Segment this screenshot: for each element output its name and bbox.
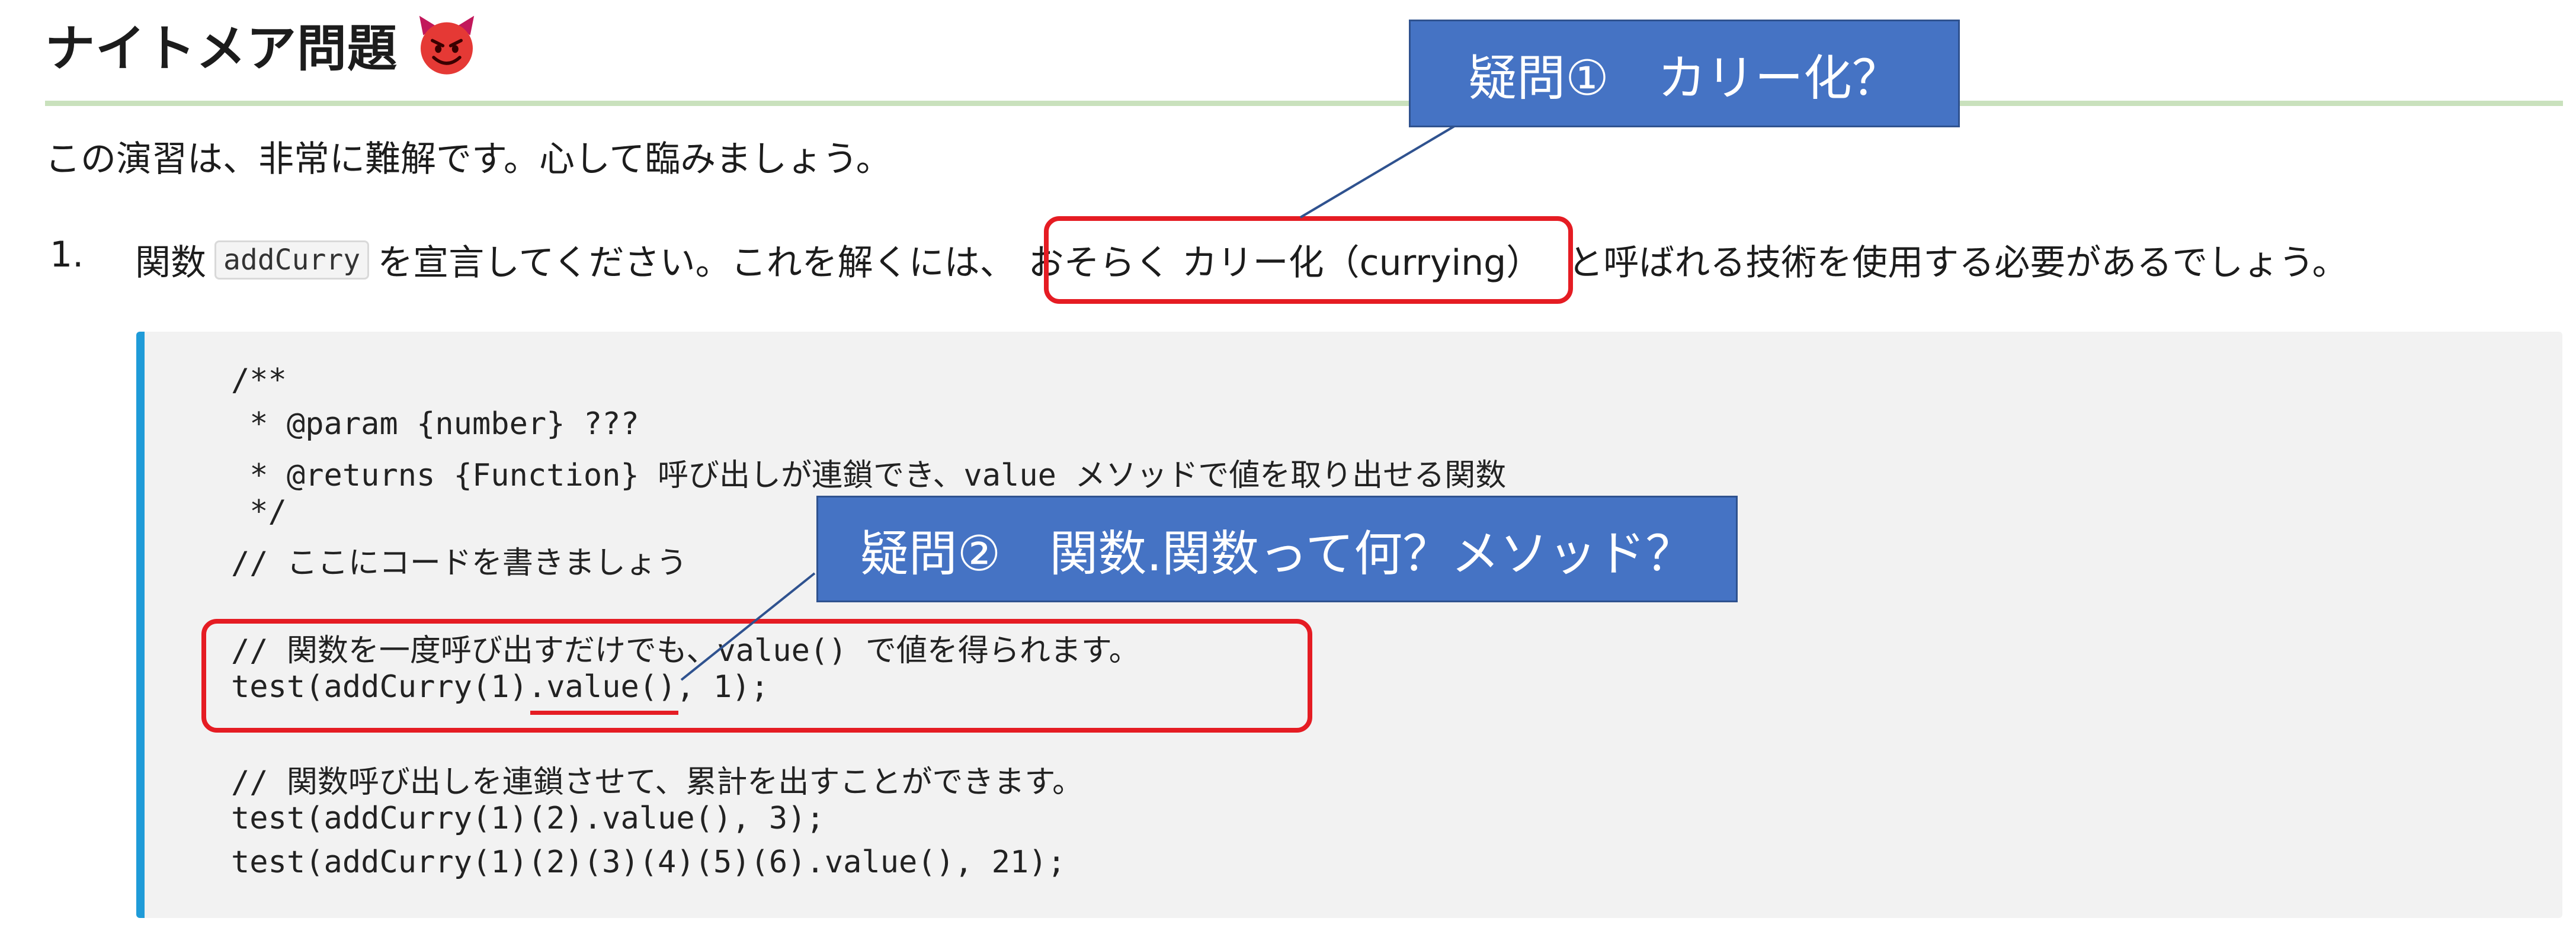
callout-connector-q2 <box>680 572 816 681</box>
callout-question-1: 疑問① カリー化？ <box>1409 20 1960 127</box>
callout-connectors <box>680 125 1456 681</box>
callout-connector-q1 <box>1299 125 1456 219</box>
callout-question-2: 疑問② 関数.関数って何？メソッド？ <box>816 496 1738 602</box>
